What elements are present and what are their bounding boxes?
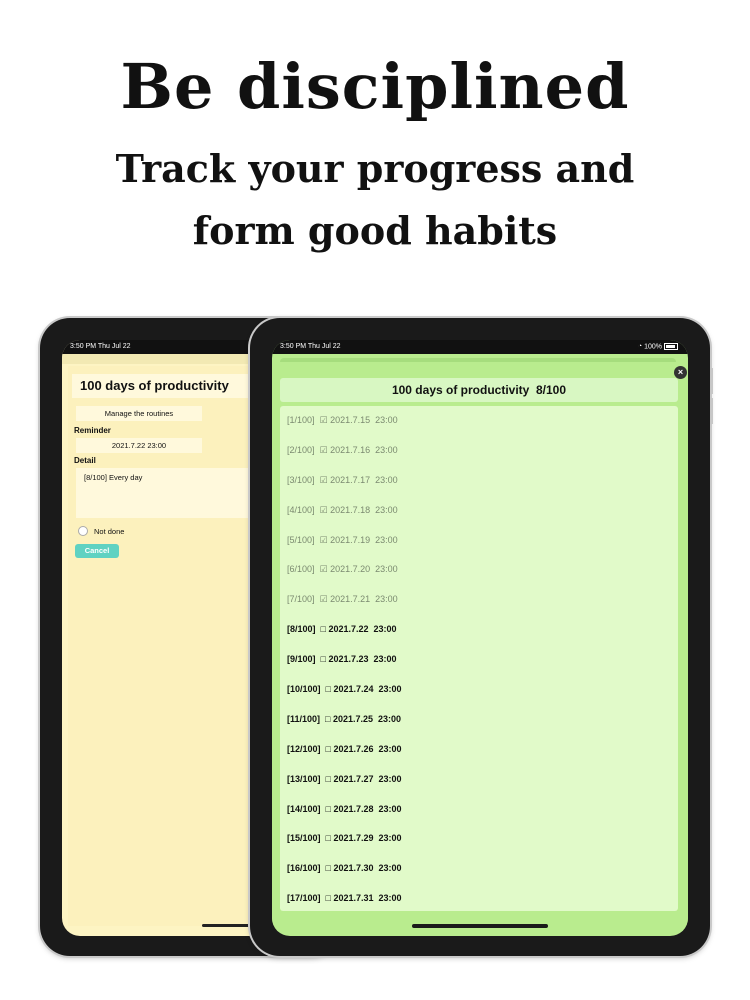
promo-subline-1: Track your progress and: [115, 146, 635, 191]
radio-icon[interactable]: [78, 526, 88, 536]
not-done-label: Not done: [94, 526, 125, 536]
progress-entry[interactable]: [1/100] ☑ 2021.7.15 23:00: [280, 406, 678, 436]
manage-routines-button[interactable]: Manage the routines: [76, 406, 202, 421]
progress-entry[interactable]: [11/100] □ 2021.7.25 23:00: [280, 705, 678, 735]
battery-percent: 100%: [644, 343, 662, 351]
front-tablet-screen: 3:50 PM Thu Jul 22 ◔ 100% × 100 days of p…: [272, 340, 688, 936]
progress-entry[interactable]: [3/100] ☑ 2021.7.17 23:00: [280, 466, 678, 496]
progress-entry[interactable]: [14/100] □ 2021.7.28 23:00: [280, 795, 678, 825]
progress-entry[interactable]: [4/100] ☑ 2021.7.18 23:00: [280, 496, 678, 526]
wifi-icon: ◔: [637, 343, 643, 351]
progress-entry[interactable]: [17/100] □ 2021.7.31 23:00: [280, 884, 678, 914]
side-button: [710, 368, 713, 394]
detail-label: Detail: [74, 456, 96, 465]
status-right: ◔ 100%: [638, 343, 678, 350]
progress-entry[interactable]: [10/100] □ 2021.7.24 23:00: [280, 675, 678, 705]
close-icon[interactable]: ×: [674, 366, 687, 379]
progress-entry[interactable]: [8/100] □ 2021.7.22 23:00: [280, 615, 678, 645]
status-bar: 3:50 PM Thu Jul 22 ◔ 100%: [272, 340, 688, 354]
home-indicator: [412, 924, 548, 928]
progress-modal: × 100 days of productivity 8/100 [1/100]…: [272, 362, 688, 932]
side-button: [710, 398, 713, 424]
cancel-button[interactable]: Cancel: [75, 544, 119, 558]
progress-entry[interactable]: [5/100] ☑ 2021.7.19 23:00: [280, 526, 678, 556]
promo-headline: Be disciplined: [120, 50, 630, 123]
progress-list: [1/100] ☑ 2021.7.15 23:00 [2/100] ☑ 2021.…: [280, 406, 678, 911]
reminder-label: Reminder: [74, 426, 111, 435]
reminder-field[interactable]: 2021.7.22 23:00: [76, 438, 202, 453]
not-done-option[interactable]: Not done: [78, 526, 124, 536]
home-indicator: [202, 924, 250, 927]
progress-entry[interactable]: [2/100] ☑ 2021.7.16 23:00: [280, 436, 678, 466]
status-time: 3:50 PM Thu Jul 22: [70, 343, 131, 350]
battery-icon: [664, 343, 678, 350]
progress-entry[interactable]: [9/100] □ 2021.7.23 23:00: [280, 645, 678, 675]
progress-entry[interactable]: [12/100] □ 2021.7.26 23:00: [280, 735, 678, 765]
modal-title: 100 days of productivity 8/100: [280, 378, 678, 402]
progress-entry[interactable]: [6/100] ☑ 2021.7.20 23:00: [280, 555, 678, 585]
promo-subline-2: form good habits: [192, 208, 558, 253]
front-tablet: 3:50 PM Thu Jul 22 ◔ 100% × 100 days of p…: [250, 318, 713, 956]
progress-entry[interactable]: [7/100] ☑ 2021.7.21 23:00: [280, 585, 678, 615]
status-time: 3:50 PM Thu Jul 22: [280, 343, 341, 350]
progress-entry[interactable]: [13/100] □ 2021.7.27 23:00: [280, 765, 678, 795]
progress-entry[interactable]: [16/100] □ 2021.7.30 23:00: [280, 854, 678, 884]
progress-entry[interactable]: [15/100] □ 2021.7.29 23:00: [280, 824, 678, 854]
